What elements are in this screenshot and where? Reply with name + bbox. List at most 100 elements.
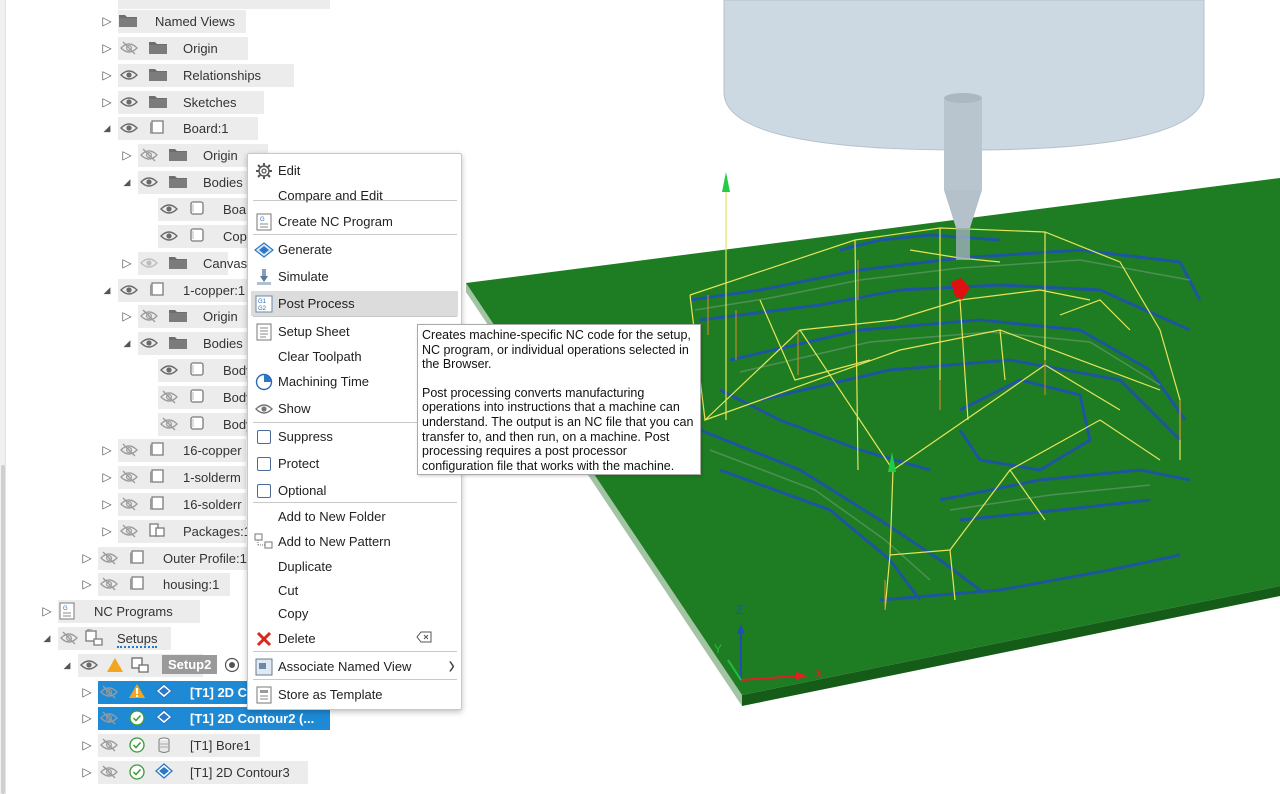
collapse-arrow-icon[interactable]: ◢ xyxy=(101,121,113,135)
menu-item-post-process[interactable]: G1 G2 Post Process xyxy=(251,291,458,316)
active-setup-target-icon[interactable] xyxy=(224,657,246,675)
tree-row-label: housing:1 xyxy=(163,577,220,592)
visibility-eye-icon[interactable] xyxy=(120,68,142,86)
expand-arrow-icon[interactable]: ▷ xyxy=(101,41,113,55)
tree-row[interactable]: ▷ [T1] Bore1 xyxy=(0,732,340,759)
menu-item-optional[interactable]: Optional xyxy=(251,478,458,503)
visibility-hidden-eye-icon[interactable] xyxy=(100,685,122,703)
visibility-hidden-eye-icon[interactable] xyxy=(100,711,122,729)
visibility-hidden-eye-icon[interactable] xyxy=(100,765,122,783)
folder-icon xyxy=(148,93,170,111)
visibility-eye-icon[interactable] xyxy=(120,283,142,301)
visibility-eye-icon[interactable] xyxy=(80,658,102,676)
expand-arrow-icon[interactable]: ▷ xyxy=(101,470,113,484)
menu-item-label: Setup Sheet xyxy=(278,324,350,339)
tree-row-label: Named Views xyxy=(155,14,235,29)
axis-z-label: Z xyxy=(736,603,743,617)
tree-row[interactable]: ▷ Relationships xyxy=(0,62,340,89)
expand-arrow-icon[interactable]: ▷ xyxy=(101,68,113,82)
contour-operation-icon xyxy=(155,709,177,727)
tree-row-label: Origin xyxy=(203,148,238,163)
menu-separator xyxy=(253,651,457,652)
visibility-hidden-eye-icon[interactable] xyxy=(160,417,182,435)
expand-arrow-icon[interactable]: ▷ xyxy=(101,443,113,457)
visibility-eye-icon[interactable] xyxy=(160,202,182,220)
menu-item-cut[interactable]: Cut xyxy=(251,578,458,603)
expand-arrow-icon[interactable]: ▷ xyxy=(81,577,93,591)
visibility-hidden-eye-icon[interactable] xyxy=(100,738,122,756)
menu-item-associate-named-view[interactable]: Associate Named View › xyxy=(251,652,458,679)
tree-row[interactable]: ▷ Sketches xyxy=(0,89,340,116)
tree-row-label: NC Programs xyxy=(94,604,173,619)
visibility-hidden-eye-icon[interactable] xyxy=(120,470,142,488)
visibility-hidden-eye-icon[interactable] xyxy=(60,631,82,649)
collapse-arrow-icon[interactable]: ◢ xyxy=(121,336,133,350)
expand-arrow-icon[interactable]: ▷ xyxy=(81,711,93,725)
menu-item-copy[interactable]: Copy xyxy=(251,601,458,626)
visibility-hidden-eye-icon[interactable] xyxy=(140,148,162,166)
visibility-hidden-eye-icon[interactable] xyxy=(120,524,142,542)
visibility-hidden-eye-icon[interactable] xyxy=(100,551,122,569)
menu-item-duplicate[interactable]: Duplicate xyxy=(251,554,458,579)
visibility-hidden-eye-icon[interactable] xyxy=(120,41,142,59)
collapse-arrow-icon[interactable]: ◢ xyxy=(61,658,73,672)
tree-row-label: Canvas xyxy=(203,256,248,271)
folder-icon xyxy=(168,146,190,164)
visibility-eye-icon[interactable] xyxy=(120,95,142,113)
visibility-eye-icon[interactable] xyxy=(140,256,162,274)
nc-program-icon: G xyxy=(58,602,80,620)
expand-arrow-icon[interactable]: ▷ xyxy=(41,604,53,618)
expand-arrow-icon[interactable]: ▷ xyxy=(101,497,113,511)
tree-row[interactable]: ▷ Origin xyxy=(0,35,340,62)
menu-item-edit[interactable]: Edit xyxy=(251,158,458,183)
tree-row-label: Bodies xyxy=(203,336,243,351)
expand-arrow-icon[interactable]: ▷ xyxy=(101,14,113,28)
clock-icon xyxy=(253,372,275,392)
menu-item-generate[interactable]: Generate xyxy=(251,237,458,262)
collapse-arrow-icon[interactable]: ◢ xyxy=(101,283,113,297)
tree-row[interactable]: ▷ [T1] 2D Contour3 xyxy=(0,759,340,786)
menu-item-simulate[interactable]: Simulate xyxy=(251,264,458,289)
visibility-hidden-eye-icon[interactable] xyxy=(100,577,122,595)
expand-arrow-icon[interactable]: ▷ xyxy=(101,524,113,538)
expand-arrow-icon[interactable]: ▷ xyxy=(81,685,93,699)
visibility-eye-icon[interactable] xyxy=(120,121,142,139)
expand-arrow-icon[interactable]: ▷ xyxy=(121,309,133,323)
visibility-eye-icon[interactable] xyxy=(160,229,182,247)
menu-item-delete[interactable]: Delete xyxy=(251,626,458,651)
expand-arrow-icon[interactable]: ▷ xyxy=(81,765,93,779)
warning-icon xyxy=(128,683,150,701)
menu-item-create-nc-program[interactable]: G Create NC Program xyxy=(251,209,458,234)
delete-key-icon xyxy=(416,631,432,646)
setup-icon xyxy=(130,656,152,674)
expand-arrow-icon[interactable]: ▷ xyxy=(121,148,133,162)
visibility-hidden-eye-icon[interactable] xyxy=(120,497,142,515)
visibility-eye-icon[interactable] xyxy=(140,175,162,193)
tree-row-label: Relationships xyxy=(183,68,262,83)
menu-item-compare-and-edit[interactable]: Compare and Edit xyxy=(251,183,458,208)
start-point-marker-icon xyxy=(722,172,730,192)
tree-row[interactable]: ▷ Named Views xyxy=(0,8,340,35)
visibility-eye-icon[interactable] xyxy=(140,336,162,354)
expand-arrow-icon[interactable]: ▷ xyxy=(121,256,133,270)
menu-item-store-as-template[interactable]: Store as Template xyxy=(251,682,458,707)
check-circle-icon xyxy=(128,763,150,781)
checkbox-icon xyxy=(253,481,275,501)
expand-arrow-icon[interactable]: ▷ xyxy=(81,738,93,752)
tree-row[interactable]: ◢ Board:1 xyxy=(0,115,340,142)
menu-item-label: Edit xyxy=(278,163,301,178)
visibility-hidden-eye-icon[interactable] xyxy=(120,443,142,461)
expand-arrow-icon[interactable]: ▷ xyxy=(81,551,93,565)
component-icon xyxy=(128,549,150,567)
visibility-hidden-eye-icon[interactable] xyxy=(160,390,182,408)
expand-arrow-icon[interactable]: ▷ xyxy=(101,95,113,109)
collapse-arrow-icon[interactable]: ◢ xyxy=(41,631,53,645)
axis-y-label: Y xyxy=(714,642,722,656)
collapse-arrow-icon[interactable]: ◢ xyxy=(121,175,133,189)
visibility-eye-icon[interactable] xyxy=(160,363,182,381)
warning-icon xyxy=(106,657,128,675)
menu-item-add-to-new-folder[interactable]: Add to New Folder xyxy=(251,504,458,529)
visibility-hidden-eye-icon[interactable] xyxy=(140,309,162,327)
menu-item-add-to-new-pattern[interactable]: Add to New Pattern xyxy=(251,529,458,554)
menu-item-label: Cut xyxy=(278,583,299,598)
